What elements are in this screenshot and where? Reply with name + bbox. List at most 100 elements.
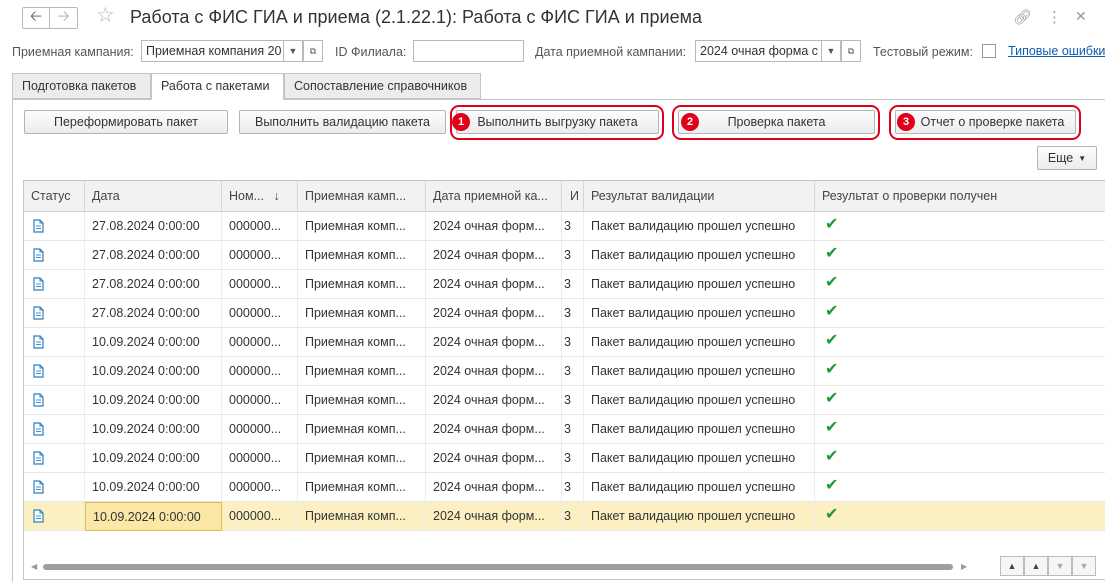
col-number[interactable]: Ном... ↓ [222,181,298,212]
cell-date[interactable]: 10.09.2024 0:00:00 [85,328,222,357]
col-status[interactable]: Статус [24,181,85,212]
more-vertical-icon[interactable]: ⋮ [1047,8,1062,26]
cell-validation-result[interactable]: Пакет валидацию прошел успешно [584,241,815,270]
cell-validation-result[interactable]: Пакет валидацию прошел успешно [584,473,815,502]
table-row[interactable]: 27.08.2024 0:00:00 000000... Приемная комп… [24,241,1105,270]
cell-number[interactable]: 000000... [222,444,298,473]
cell-date[interactable]: 10.09.2024 0:00:00 [85,444,222,473]
cell-status[interactable] [24,212,85,241]
test-mode-checkbox[interactable] [982,44,996,58]
col-check-result[interactable]: Результат о проверки получен [815,181,1105,212]
cell-check-result[interactable]: ✔ [815,502,1105,531]
table-row[interactable]: 10.09.2024 0:00:00 000000... Приемная комп… [24,415,1105,444]
tab-map-directories[interactable]: Сопоставление справочников [284,73,481,99]
cell-campaign-date[interactable]: 2024 очная форм... [426,212,562,241]
cell-number[interactable]: 000000... [222,415,298,444]
cell-validation-result[interactable]: Пакет валидацию прошел успешно [584,212,815,241]
cell-date[interactable]: 10.09.2024 0:00:00 [85,473,222,502]
close-icon[interactable]: ✕ [1075,8,1087,25]
table-row[interactable]: 27.08.2024 0:00:00 000000... Приемная комп… [24,270,1105,299]
cell-number[interactable]: 000000... [222,270,298,299]
cell-validation-result[interactable]: Пакет валидацию прошел успешно [584,270,815,299]
cell-number[interactable]: 000000... [222,328,298,357]
cell-status[interactable] [24,386,85,415]
cell-id[interactable]: 3 [562,444,584,473]
cell-date[interactable]: 27.08.2024 0:00:00 [85,270,222,299]
cell-check-result[interactable]: ✔ [815,212,1105,241]
cell-date[interactable]: 10.09.2024 0:00:00 [85,502,222,531]
cell-number[interactable]: 000000... [222,357,298,386]
date-dropdown-button[interactable]: ▼ [821,40,841,62]
table-row[interactable]: 10.09.2024 0:00:00 000000... Приемная комп… [24,473,1105,502]
cell-number[interactable]: 000000... [222,241,298,270]
cell-date[interactable]: 10.09.2024 0:00:00 [85,357,222,386]
cell-campaign[interactable]: Приемная комп... [298,357,426,386]
cell-validation-result[interactable]: Пакет валидацию прошел успешно [584,444,815,473]
favorite-star-icon[interactable]: ☆ [96,5,115,27]
cell-id[interactable]: 3 [562,270,584,299]
cell-campaign-date[interactable]: 2024 очная форм... [426,473,562,502]
cell-campaign-date[interactable]: 2024 очная форм... [426,357,562,386]
cell-validation-result[interactable]: Пакет валидацию прошел успешно [584,502,815,531]
campaign-open-button[interactable]: ⧉ [303,40,323,62]
cell-id[interactable]: 3 [562,241,584,270]
tab-work-packages[interactable]: Работа с пакетами [151,73,284,100]
cell-validation-result[interactable]: Пакет валидацию прошел успешно [584,386,815,415]
back-button[interactable]: 🡠 [22,7,50,29]
cell-status[interactable] [24,415,85,444]
cell-number[interactable]: 000000... [222,502,298,531]
cell-number[interactable]: 000000... [222,212,298,241]
cell-id[interactable]: 3 [562,502,584,531]
cell-campaign-date[interactable]: 2024 очная форм... [426,270,562,299]
cell-status[interactable] [24,444,85,473]
table-row[interactable]: 27.08.2024 0:00:00 000000... Приемная комп… [24,212,1105,241]
campaign-input[interactable]: Приемная компания 20 [141,40,284,62]
cell-campaign[interactable]: Приемная комп... [298,241,426,270]
cell-campaign[interactable]: Приемная комп... [298,415,426,444]
check-report-button[interactable]: Отчет о проверке пакета [895,110,1076,134]
cell-date[interactable]: 27.08.2024 0:00:00 [85,241,222,270]
cell-status[interactable] [24,328,85,357]
date-open-button[interactable]: ⧉ [841,40,861,62]
date-input[interactable]: 2024 очная форма с [695,40,822,62]
cell-validation-result[interactable]: Пакет валидацию прошел успешно [584,328,815,357]
col-id[interactable]: И [562,181,584,212]
table-row[interactable]: 10.09.2024 0:00:00 000000... Приемная комп… [24,357,1105,386]
cell-status[interactable] [24,270,85,299]
cell-campaign-date[interactable]: 2024 очная форм... [426,502,562,531]
cell-check-result[interactable]: ✔ [815,357,1105,386]
scroll-thumb[interactable] [43,564,953,570]
branch-input[interactable] [413,40,524,62]
validate-package-button[interactable]: Выполнить валидацию пакета [239,110,446,134]
more-menu-button[interactable]: Еще ▼ [1037,146,1097,170]
cell-id[interactable]: 3 [562,328,584,357]
cell-number[interactable]: 000000... [222,299,298,328]
cell-date[interactable]: 27.08.2024 0:00:00 [85,212,222,241]
campaign-dropdown-button[interactable]: ▼ [283,40,303,62]
cell-number[interactable]: 000000... [222,386,298,415]
table-row[interactable]: 10.09.2024 0:00:00 000000... Приемная комп… [24,502,1105,531]
horizontal-scrollbar[interactable]: ◀ ▶ [23,560,973,574]
cell-date[interactable]: 27.08.2024 0:00:00 [85,299,222,328]
cell-campaign-date[interactable]: 2024 очная форм... [426,386,562,415]
cell-id[interactable]: 3 [562,473,584,502]
cell-status[interactable] [24,299,85,328]
cell-status[interactable] [24,502,85,531]
cell-check-result[interactable]: ✔ [815,270,1105,299]
cell-campaign-date[interactable]: 2024 очная форм... [426,241,562,270]
cell-id[interactable]: 3 [562,299,584,328]
cell-check-result[interactable]: ✔ [815,444,1105,473]
scroll-up-button[interactable]: ▲ [1024,556,1048,576]
forward-button[interactable]: 🡢 [50,7,78,29]
table-row[interactable]: 10.09.2024 0:00:00 000000... Приемная комп… [24,328,1105,357]
cell-status[interactable] [24,241,85,270]
cell-status[interactable] [24,357,85,386]
cell-validation-result[interactable]: Пакет валидацию прошел успешно [584,299,815,328]
cell-check-result[interactable]: ✔ [815,328,1105,357]
cell-campaign-date[interactable]: 2024 очная форм... [426,299,562,328]
cell-campaign[interactable]: Приемная комп... [298,473,426,502]
cell-id[interactable]: 3 [562,357,584,386]
cell-campaign[interactable]: Приемная комп... [298,502,426,531]
table-row[interactable]: 10.09.2024 0:00:00 000000... Приемная комп… [24,444,1105,473]
scroll-top-button[interactable]: ▲︎ [1000,556,1024,576]
